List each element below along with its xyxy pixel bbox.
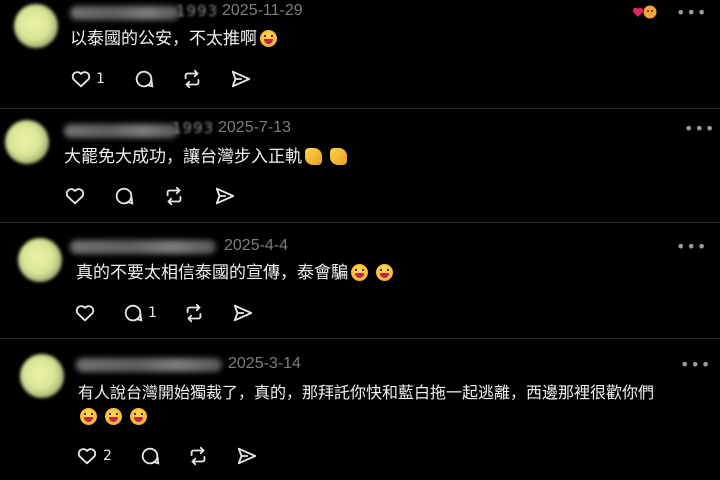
reply-button[interactable] bbox=[139, 445, 161, 467]
comment-text: 大罷免大成功，讓台灣步入正軌 bbox=[64, 146, 347, 168]
more-options-button[interactable]: ••• bbox=[676, 5, 707, 21]
username-blurred[interactable] bbox=[64, 124, 178, 138]
comment-actions bbox=[64, 185, 284, 209]
comment-date: 2025-11-29 bbox=[222, 2, 303, 19]
muscle-emoji bbox=[330, 148, 347, 165]
send-icon bbox=[237, 447, 257, 465]
comment-date: 2025-3-14 bbox=[228, 355, 301, 372]
heart-icon bbox=[75, 305, 95, 322]
username-blurred[interactable] bbox=[70, 6, 180, 20]
divider bbox=[0, 108, 720, 109]
repost-button[interactable] bbox=[183, 302, 205, 324]
reaction-badge[interactable] bbox=[632, 4, 658, 24]
like-button[interactable] bbox=[64, 185, 86, 207]
comment-text: 有人說台灣開始獨裁了，真的，那拜託你快和藍白拖一起逃離，西邊那裡很歡你們 bbox=[78, 382, 654, 404]
repost-button[interactable] bbox=[181, 68, 203, 90]
username-tail[interactable]: 1993 bbox=[176, 2, 218, 20]
username-blurred[interactable] bbox=[70, 240, 216, 254]
comment-emoji-line bbox=[80, 406, 147, 428]
heart-icon bbox=[77, 448, 97, 465]
like-button[interactable] bbox=[70, 68, 92, 90]
grin-emoji bbox=[105, 408, 122, 425]
heart-icon bbox=[71, 71, 91, 88]
reply-button[interactable] bbox=[122, 302, 144, 324]
repost-icon bbox=[186, 303, 202, 323]
comment-bubble-icon bbox=[135, 70, 154, 88]
share-button[interactable] bbox=[214, 185, 236, 207]
repost-button[interactable] bbox=[163, 185, 185, 207]
grin-emoji bbox=[376, 264, 393, 281]
comment-body: 有人說台灣開始獨裁了，真的，那拜託你快和藍白拖一起逃離，西邊那裡很歡你們 bbox=[78, 383, 655, 402]
repost-icon bbox=[184, 69, 200, 89]
grin-emoji bbox=[351, 264, 368, 281]
comment-actions: 2 bbox=[76, 445, 296, 469]
username-blurred[interactable] bbox=[76, 358, 222, 372]
comment-body: 大罷免大成功，讓台灣步入正軌 bbox=[64, 147, 302, 167]
comment-text: 真的不要太相信泰國的宣傳，泰會騙 bbox=[76, 262, 393, 284]
username-tail[interactable]: 1993 bbox=[172, 119, 214, 137]
avatar[interactable] bbox=[5, 120, 49, 164]
like-count: 2 bbox=[103, 448, 112, 464]
emoji-reaction-icon bbox=[643, 5, 657, 19]
comment-date: 2025-4-4 bbox=[224, 237, 289, 254]
comment-body: 以泰國的公安，不太推啊 bbox=[70, 29, 257, 49]
heart-icon bbox=[65, 188, 85, 205]
like-button[interactable] bbox=[76, 445, 98, 467]
muscle-emoji bbox=[305, 148, 322, 165]
comment-bubble-icon bbox=[124, 304, 143, 322]
comment-text: 以泰國的公安，不太推啊 bbox=[70, 28, 277, 50]
comment-bubble-icon bbox=[115, 187, 134, 205]
comment-actions: 1 bbox=[74, 302, 294, 326]
comment-body: 真的不要太相信泰國的宣傳，泰會騙 bbox=[76, 263, 348, 283]
send-icon bbox=[231, 70, 251, 88]
send-icon bbox=[215, 187, 235, 205]
send-icon bbox=[233, 304, 253, 322]
repost-icon bbox=[190, 446, 206, 466]
share-button[interactable] bbox=[230, 68, 252, 90]
reply-count: 1 bbox=[148, 305, 157, 321]
divider bbox=[0, 338, 720, 339]
reply-button[interactable] bbox=[113, 185, 135, 207]
repost-button[interactable] bbox=[187, 445, 209, 467]
more-options-button[interactable]: ••• bbox=[680, 357, 711, 373]
avatar[interactable] bbox=[14, 4, 58, 48]
repost-icon bbox=[166, 186, 182, 206]
share-button[interactable] bbox=[232, 302, 254, 324]
more-options-button[interactable]: ••• bbox=[676, 239, 707, 255]
like-button[interactable] bbox=[74, 302, 96, 324]
comment-bubble-icon bbox=[141, 447, 160, 465]
more-options-button[interactable]: ••• bbox=[684, 121, 715, 137]
grin-emoji bbox=[130, 408, 147, 425]
avatar[interactable] bbox=[20, 354, 64, 398]
heart-icon bbox=[632, 7, 644, 17]
comment-actions: 1 bbox=[70, 68, 290, 92]
grin-emoji bbox=[260, 30, 277, 47]
reply-button[interactable] bbox=[133, 68, 155, 90]
grin-emoji bbox=[80, 408, 97, 425]
comment-date: 2025-7-13 bbox=[218, 119, 291, 136]
divider bbox=[0, 222, 720, 223]
avatar[interactable] bbox=[18, 238, 62, 282]
like-count: 1 bbox=[96, 71, 105, 87]
share-button[interactable] bbox=[236, 445, 258, 467]
